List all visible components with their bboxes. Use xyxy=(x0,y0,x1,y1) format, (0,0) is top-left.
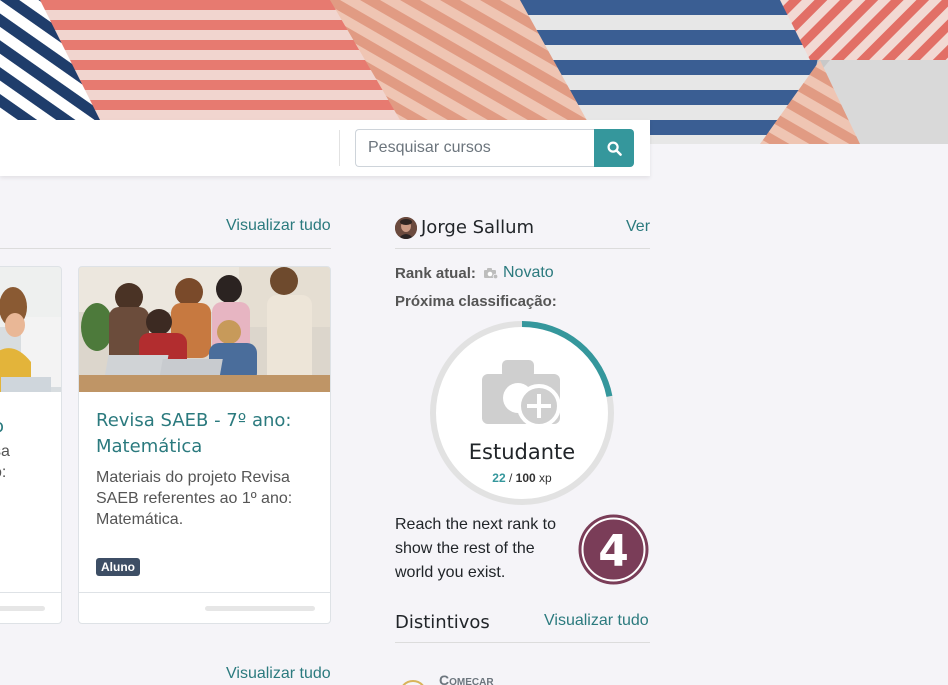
course-description: o: xyxy=(0,464,7,481)
status-badge: Aluno xyxy=(96,558,140,576)
course-progress-bar xyxy=(205,606,315,611)
badge-item-name[interactable]: Começar xyxy=(439,672,494,685)
xp-unit: xp xyxy=(539,471,552,485)
course-title[interactable]: Revisa SAEB - 7º ano: Matemática xyxy=(96,408,321,460)
course-progress-bar xyxy=(0,606,45,611)
course-description: sa xyxy=(0,443,10,460)
xp-separator: / xyxy=(508,471,513,485)
next-rank-label: Próxima classificação: xyxy=(395,293,557,310)
divider xyxy=(79,592,330,593)
divider xyxy=(339,130,340,166)
avatar[interactable] xyxy=(395,217,417,239)
course-card[interactable]: o sa o: xyxy=(0,266,62,624)
current-rank-link[interactable]: Novato xyxy=(503,264,554,282)
rank-badge-icon: 4 xyxy=(578,514,649,585)
course-thumbnail xyxy=(79,267,330,392)
divider xyxy=(0,592,61,593)
course-thumbnail xyxy=(0,267,61,392)
motivation-text: Reach the next rank to show the rest of … xyxy=(395,516,556,581)
course-title[interactable]: o xyxy=(0,416,4,437)
course-description: Materiais do projeto Revisa SAEB referen… xyxy=(96,469,293,528)
courses-view-all-link[interactable]: Visualizar tudo xyxy=(226,217,331,235)
next-rank-name: Estudante xyxy=(468,440,576,464)
badge-icon xyxy=(399,680,427,685)
profile-name[interactable]: Jorge Sallum xyxy=(421,217,534,238)
xp-progress-text: 22 / 100 xp xyxy=(427,471,617,485)
search-input[interactable] xyxy=(355,129,595,167)
current-rank-label: Rank atual: xyxy=(395,265,476,282)
rank-badge-number: 4 xyxy=(598,526,629,577)
divider xyxy=(395,642,650,643)
xp-current: 22 xyxy=(492,471,506,485)
badges-section-title: Distintivos xyxy=(395,612,490,633)
divider xyxy=(395,248,650,249)
xp-max: 100 xyxy=(515,471,536,485)
divider xyxy=(0,248,331,249)
search-icon xyxy=(606,140,622,156)
camera-icon xyxy=(484,268,498,279)
course-search-bar xyxy=(0,120,650,176)
courses-view-all-link-secondary[interactable]: Visualizar tudo xyxy=(226,665,331,683)
course-card[interactable]: Revisa SAEB - 7º ano: Matemática Materia… xyxy=(78,266,331,624)
search-button[interactable] xyxy=(594,129,634,167)
profile-view-link[interactable]: Ver xyxy=(626,218,650,236)
badges-view-all-link[interactable]: Visualizar tudo xyxy=(544,612,649,630)
